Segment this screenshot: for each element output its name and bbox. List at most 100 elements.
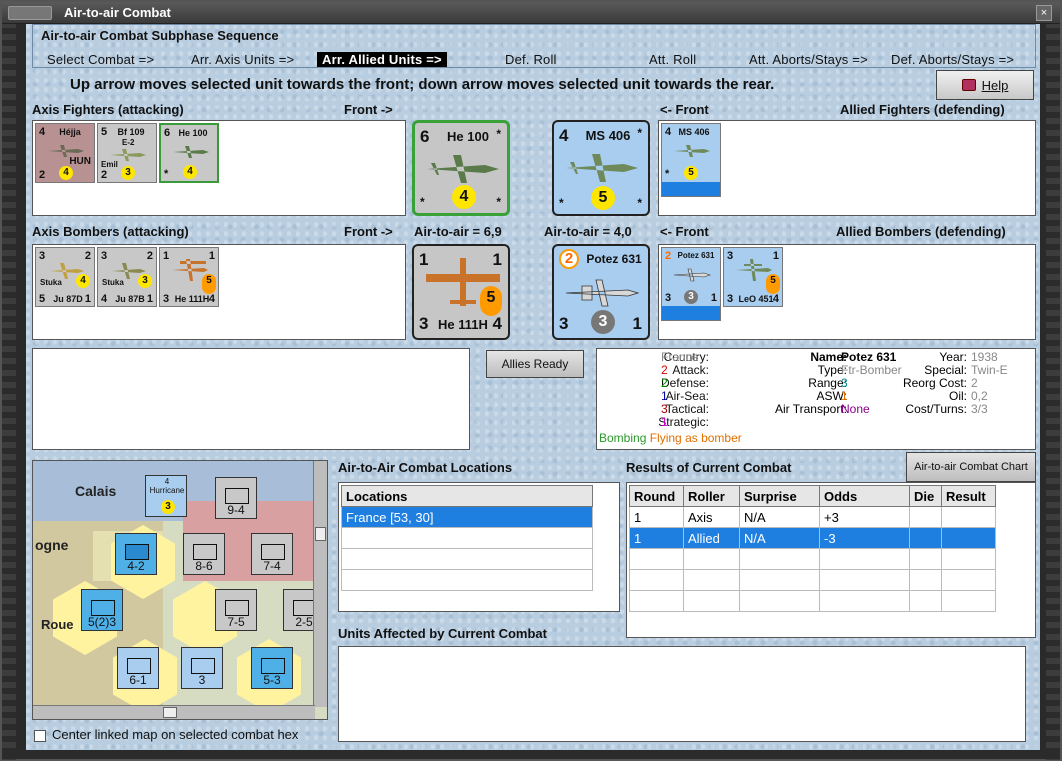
unit-counter-he111h[interactable]: 1 1 5 3 He 111H 4	[159, 247, 219, 307]
counter-name: Potez 631	[677, 251, 715, 260]
counter-variant: E-2	[122, 138, 135, 147]
phase-arr-axis: Arr. Axis Units =>	[191, 52, 295, 67]
unit-counter-he100[interactable]: 6 He 100 * 4	[159, 123, 219, 183]
results-header: Roller	[683, 485, 740, 507]
infantry-icon	[193, 544, 217, 560]
results-panel: Round Roller Surprise Odds Die Result 1 …	[626, 482, 1036, 638]
infantry-icon	[191, 658, 215, 674]
counter-attack: 1	[163, 250, 170, 262]
allies-ready-button[interactable]: Allies Ready	[486, 350, 584, 378]
map-ground-unit[interactable]: 5(2)3	[81, 589, 123, 631]
affected-units-box	[338, 646, 1026, 742]
phase-def-roll: Def. Roll	[505, 52, 557, 67]
axis-bombers-label: Axis Bombers (attacking)	[32, 224, 189, 239]
unit-counter-potez631[interactable]: 2 Potez 631 3 3 1	[661, 247, 721, 321]
plane-icon	[673, 268, 711, 282]
axis-a2a-strength: Air-to-air = 6,9	[414, 224, 502, 239]
unit-counter-ms406[interactable]: 4 MS 406 * 5	[661, 123, 721, 197]
window-menu-icon[interactable]	[8, 6, 52, 20]
mini-map[interactable]: Calais ogne Roue 4 Hurricane 3 9-4 8-6 7…	[32, 460, 328, 720]
selected-indicator	[662, 306, 720, 320]
map-ground-unit[interactable]: 7-5	[215, 589, 257, 631]
map-vscroll-thumb[interactable]	[315, 527, 326, 541]
axis-front-bomber[interactable]: 1 1 5 3 He 111H 4	[412, 244, 510, 340]
map-air-unit[interactable]: 4 Hurricane 3	[145, 475, 187, 517]
map-vertical-scrollbar[interactable]	[313, 461, 327, 707]
allied-front-fighter[interactable]: 4 MS 406 * * 5 *	[552, 120, 650, 216]
map-unit-value: 3	[198, 673, 206, 687]
counter-attack: 2	[665, 250, 672, 262]
results-row[interactable]	[629, 590, 996, 612]
unit-counter-ju87b[interactable]: 3 2 Stuka 3 4 Ju 87B 1	[97, 247, 157, 307]
counter-air-value: 3	[121, 166, 135, 180]
counter-attack: 2	[559, 249, 579, 269]
counter-name: MS 406	[585, 128, 631, 143]
counter-defense: 2	[84, 250, 91, 262]
a2a-combat-chart-button[interactable]: Air-to-air Combat Chart	[906, 452, 1036, 482]
unit-stats-mid: Name: Type: Range: ASW: Air Transport:	[747, 351, 847, 416]
unit-counter-bf109[interactable]: 5 Bf 109 E-2 Emil 2 3	[97, 123, 157, 183]
title-bar[interactable]: Air-to-air Combat ×	[2, 2, 1060, 24]
counter-attack: 4	[39, 126, 46, 138]
plane-icon	[566, 154, 638, 182]
results-row[interactable]	[629, 548, 996, 570]
phase-att-aborts: Att. Aborts/Stays =>	[749, 52, 868, 67]
results-header: Result	[941, 485, 996, 507]
map-ground-unit[interactable]: 4-2	[115, 533, 157, 575]
selected-indicator	[662, 182, 720, 196]
infantry-icon	[225, 488, 249, 504]
air-combat-window: Air-to-air Combat × Air-to-air Combat Su…	[0, 0, 1062, 761]
results-cell	[941, 527, 996, 549]
allied-bombers-label: Allied Bombers (defending)	[836, 224, 1006, 239]
bottom-frame	[2, 749, 1060, 759]
counter-air-value: 5	[202, 274, 216, 294]
close-icon[interactable]: ×	[1036, 5, 1052, 21]
map-ground-unit[interactable]: 7-4	[251, 533, 293, 575]
map-ground-unit[interactable]: 9-4	[215, 477, 257, 519]
counter-mark: *	[665, 168, 670, 180]
results-cell: -3	[819, 527, 910, 549]
phase-sequence: Air-to-air Combat Subphase Sequence Sele…	[32, 24, 1036, 68]
allied-bombers-box: 2 Potez 631 3 3 1 3 1 5 3 LeO 451 4	[658, 244, 1036, 340]
map-unit-value: 7-5	[227, 615, 245, 629]
allied-front-bomber[interactable]: 2 Potez 631 3 3 1	[552, 244, 650, 340]
results-row[interactable]: 1 Axis N/A +3	[629, 506, 996, 528]
counter-air-value: 4	[59, 166, 73, 180]
infantry-icon	[91, 600, 115, 616]
counter-move: 4	[492, 314, 502, 333]
unit-counter-ju87d[interactable]: 3 2 Stuka 4 5 Ju 87D 1	[35, 247, 95, 307]
axis-front-fighter[interactable]: 6 He 100 * * 4 *	[412, 120, 510, 216]
counter-air-value: 4	[76, 274, 90, 288]
armor-icon	[125, 544, 149, 560]
message-box	[32, 348, 470, 450]
axis-fighters-front: Front ->	[344, 102, 393, 117]
location-row[interactable]	[341, 569, 593, 591]
results-row[interactable]	[629, 569, 996, 591]
map-unit-value: 5-3	[263, 673, 281, 687]
unit-counter-leo451[interactable]: 3 1 5 3 LeO 451 4	[723, 247, 783, 307]
allied-fighters-front: <- Front	[660, 102, 709, 117]
counter-move: 1	[710, 292, 717, 304]
results-cell: Axis	[683, 506, 740, 528]
counter-defense: 2	[146, 250, 153, 262]
map-horizontal-scrollbar[interactable]	[33, 705, 315, 719]
counter-mark: *	[637, 126, 642, 140]
location-row[interactable]	[341, 527, 593, 549]
map-ground-unit[interactable]: 3	[181, 647, 223, 689]
results-row[interactable]: 1 Allied N/A -3	[629, 527, 996, 549]
unit-counter-hejja[interactable]: 4 Héjja HUN 2 4	[35, 123, 95, 183]
counter-range: *	[164, 168, 169, 180]
counter-air-value: 5	[480, 286, 502, 316]
infantry-icon	[261, 658, 285, 674]
map-ground-unit[interactable]: 6-1	[117, 647, 159, 689]
unit-stats-right: Year: Special: Reorg Cost: Oil: Cost/Tur…	[879, 351, 967, 416]
help-button[interactable]: Help	[936, 70, 1034, 100]
map-ground-unit[interactable]: 5-3	[251, 647, 293, 689]
location-row[interactable]	[341, 548, 593, 570]
map-ground-unit[interactable]: 8-6	[183, 533, 225, 575]
results-cell: N/A	[739, 506, 820, 528]
map-hscroll-thumb[interactable]	[163, 707, 177, 718]
results-header: Surprise	[739, 485, 820, 507]
location-row[interactable]: France [53, 30]	[341, 506, 593, 528]
center-map-checkbox[interactable]	[34, 730, 46, 742]
